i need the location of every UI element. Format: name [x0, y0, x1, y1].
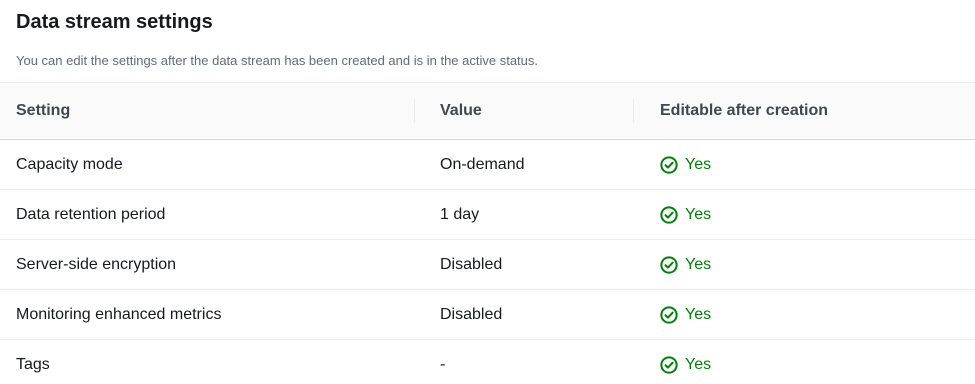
- status-indicator: Yes: [660, 206, 711, 224]
- panel-title: Data stream settings: [16, 11, 213, 33]
- status-text: Yes: [685, 356, 712, 373]
- table-row: Capacity mode On-demand Yes: [0, 140, 975, 190]
- value-cell: On-demand: [440, 155, 525, 173]
- editable-cell: Yes: [634, 290, 975, 339]
- setting-cell: Tags: [16, 356, 50, 373]
- data-stream-settings-panel: Data stream settings You can edit the se…: [0, 0, 975, 384]
- setting-cell: Monitoring enhanced metrics: [16, 305, 222, 323]
- column-header-label: Setting: [16, 102, 71, 119]
- editable-cell: Yes: [634, 140, 975, 189]
- status-indicator: Yes: [660, 356, 711, 374]
- editable-cell: Yes: [634, 340, 975, 384]
- settings-table: Setting Value Editable after creation Ca…: [0, 82, 975, 384]
- status-indicator: Yes: [660, 156, 711, 174]
- table-row: Tags - Yes: [0, 340, 975, 384]
- check-circle-icon: [660, 155, 678, 174]
- table-row: Monitoring enhanced metrics Disabled Yes: [0, 290, 975, 340]
- editable-cell: Yes: [634, 190, 975, 239]
- value-cell: Disabled: [440, 305, 503, 323]
- value-cell: -: [440, 356, 446, 373]
- status-indicator: Yes: [660, 256, 711, 274]
- table-row: Server-side encryption Disabled Yes: [0, 240, 975, 290]
- check-circle-icon: [660, 356, 678, 374]
- status-text: Yes: [685, 305, 712, 323]
- panel-header: Data stream settings You can edit the se…: [0, 0, 975, 82]
- value-cell: 1 day: [440, 205, 480, 223]
- value-cell: Disabled: [440, 255, 503, 273]
- setting-cell: Server-side encryption: [16, 255, 177, 273]
- editable-cell: Yes: [634, 240, 975, 289]
- status-indicator: Yes: [660, 306, 711, 324]
- column-header-editable: Editable after creation: [634, 83, 975, 139]
- check-circle-icon: [660, 205, 678, 224]
- status-text: Yes: [685, 155, 712, 173]
- check-circle-icon: [660, 255, 678, 274]
- status-text: Yes: [685, 205, 712, 223]
- setting-cell: Data retention period: [16, 205, 166, 223]
- table-row: Data retention period 1 day Yes: [0, 190, 975, 240]
- check-circle-icon: [660, 305, 678, 324]
- status-text: Yes: [685, 255, 712, 273]
- column-header-setting: Setting: [0, 83, 415, 139]
- column-header-value: Value: [415, 83, 634, 139]
- table-header-row: Setting Value Editable after creation: [0, 82, 975, 140]
- column-header-label: Editable after creation: [660, 102, 829, 119]
- setting-cell: Capacity mode: [16, 155, 123, 173]
- panel-description: You can edit the settings after the data…: [16, 53, 539, 68]
- column-header-label: Value: [440, 102, 482, 119]
